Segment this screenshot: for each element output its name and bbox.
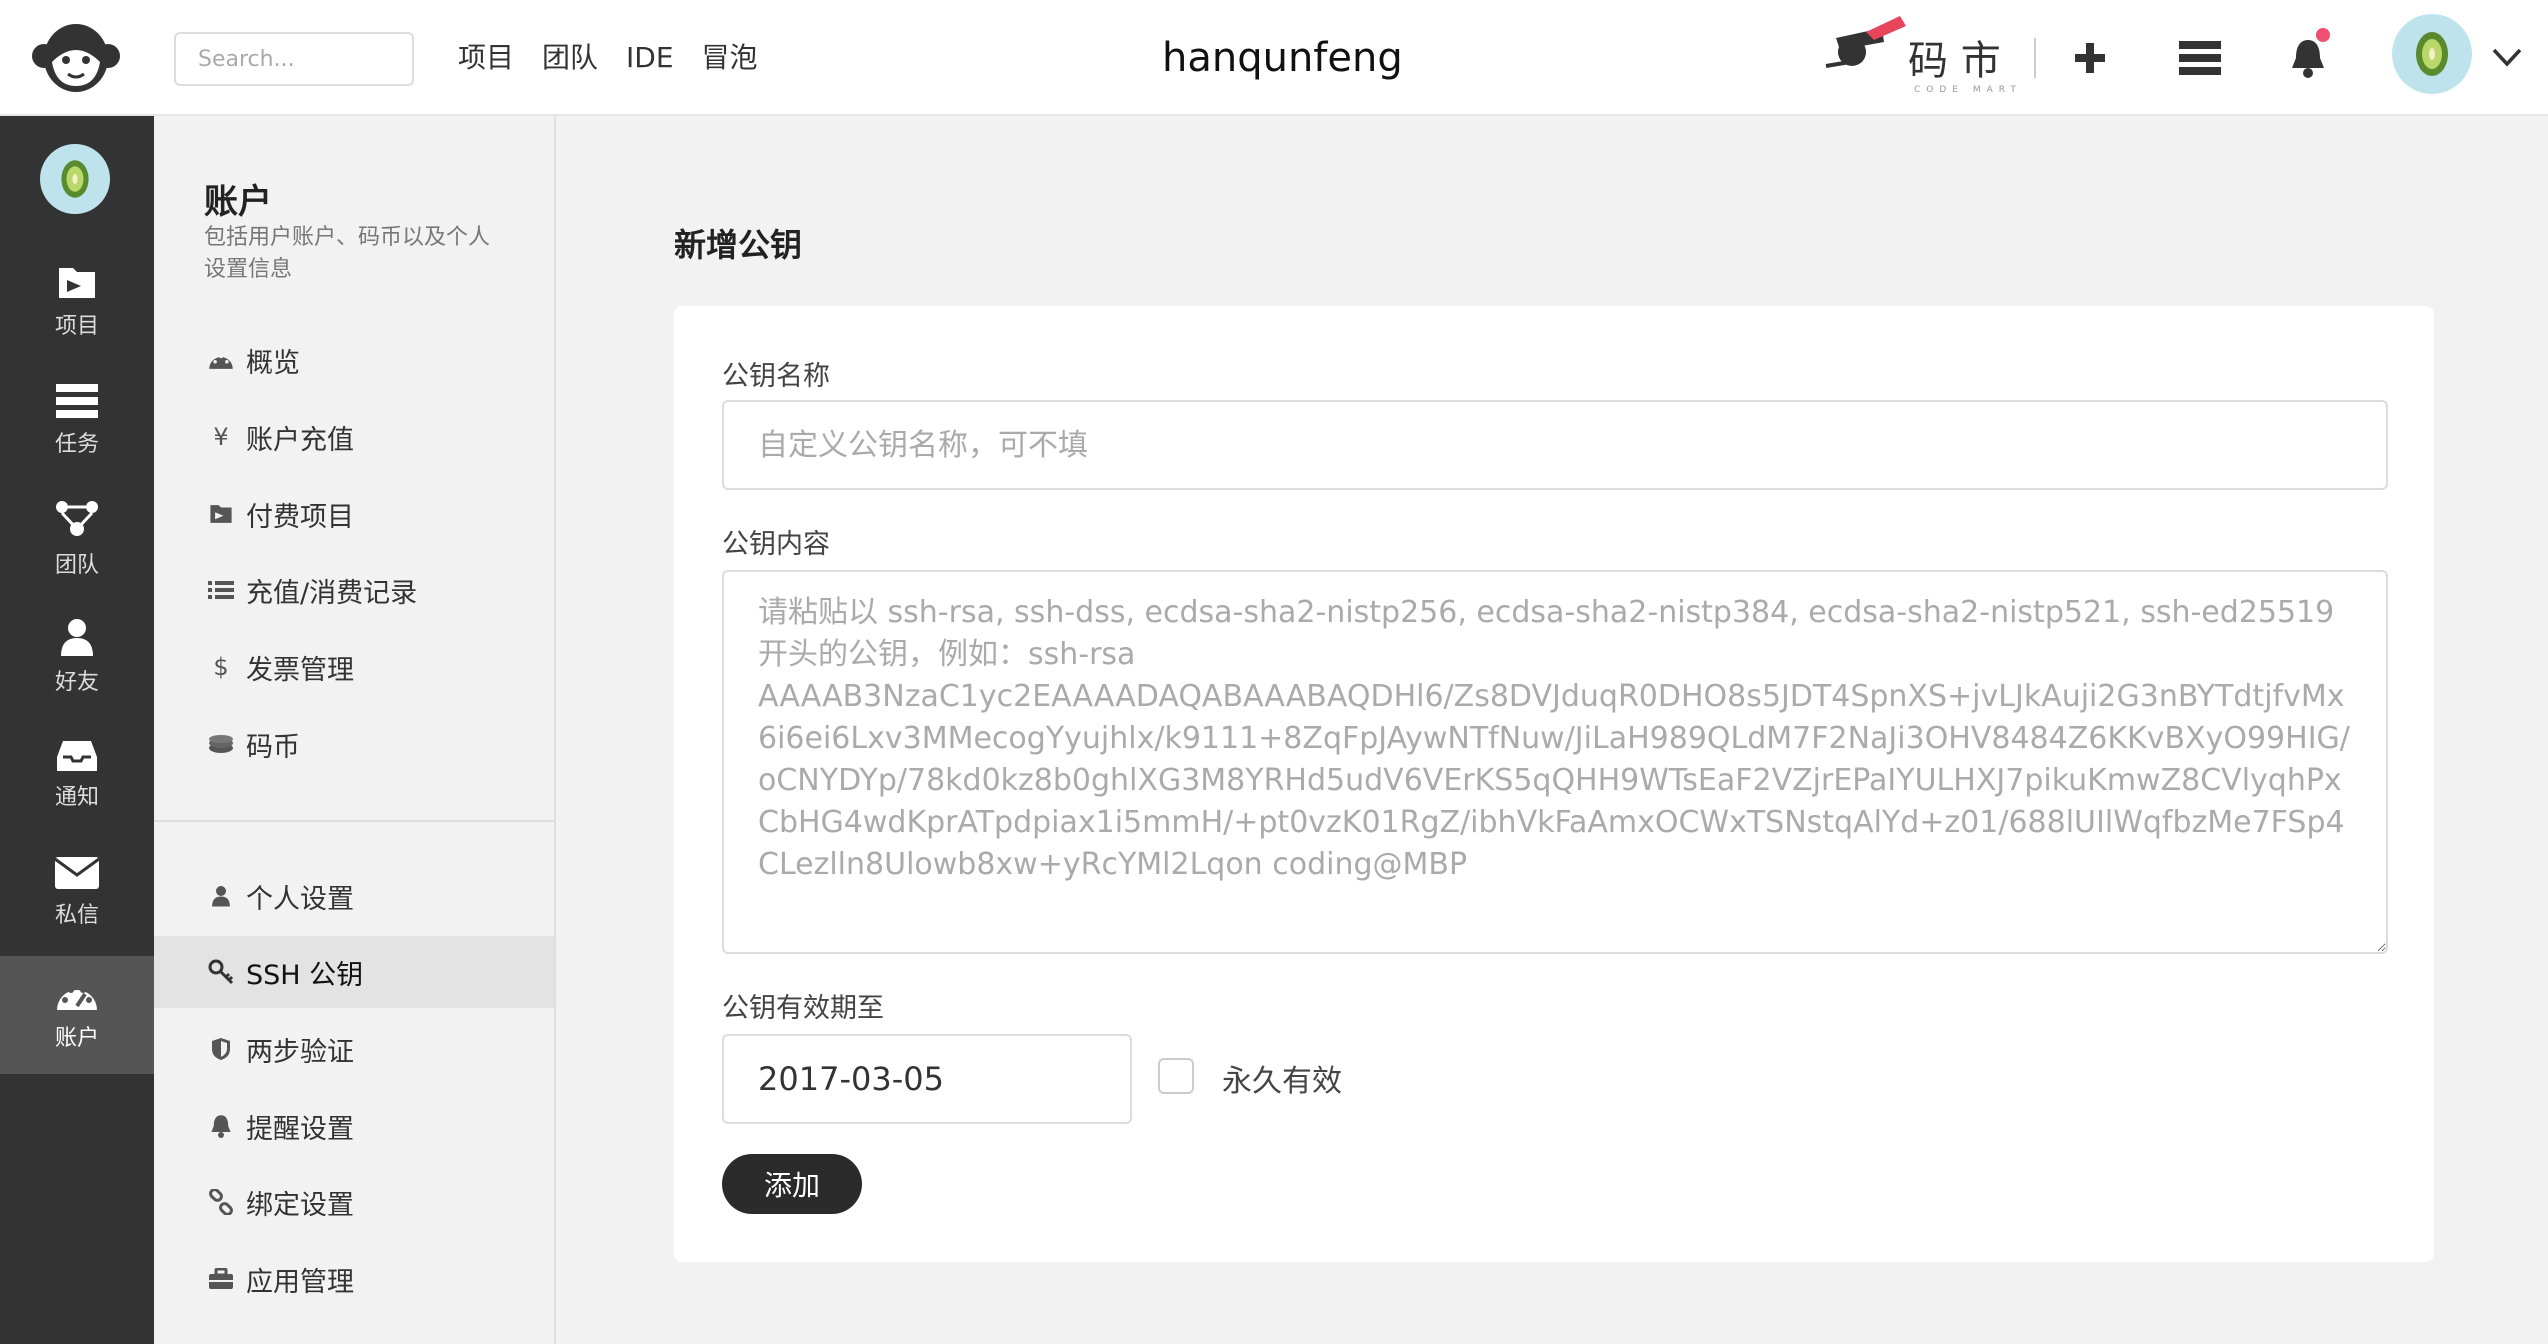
sidebar-item-account[interactable]: 账户	[0, 956, 154, 1074]
link-icon	[206, 1189, 236, 1215]
user-icon	[61, 619, 93, 656]
menu-item-label: SSH 公钥	[246, 959, 364, 991]
menu-item-label: 提醒设置	[246, 1113, 354, 1145]
sidebar-item-label: 团队	[54, 553, 99, 578]
top-bar: 项目 团队 IDE 冒泡 hanqunfeng 码 市 CODE MART	[0, 0, 2548, 116]
forever-checkbox[interactable]	[1158, 1058, 1194, 1094]
search-input[interactable]	[174, 32, 414, 86]
menu-item-label: 概览	[246, 347, 300, 379]
menu-item-label: 付费项目	[246, 501, 354, 533]
tasks-list-icon[interactable]	[2172, 30, 2228, 86]
sidebar-item-messages[interactable]: 私信	[0, 834, 154, 952]
key-expire-label: 公钥有效期至	[722, 993, 884, 1024]
key-content-label: 公钥内容	[722, 529, 830, 560]
nav-bubble[interactable]: 冒泡	[702, 36, 758, 80]
brand-subtext: CODE MART	[1914, 85, 2018, 95]
brand-text: 码 市	[1908, 38, 2001, 84]
sidebar-avatar[interactable]	[40, 144, 110, 214]
menu-item-recharge[interactable]: ¥ 账户充值	[154, 401, 554, 473]
menu-divider	[154, 820, 554, 822]
dashboard-icon	[206, 350, 236, 370]
menu-item-ssh-keys[interactable]: SSH 公钥	[154, 936, 554, 1008]
sidebar-item-tasks[interactable]: 任务	[0, 362, 154, 480]
sidebar-item-label: 好友	[54, 670, 99, 695]
top-nav: 项目 团队 IDE 冒泡	[458, 36, 758, 80]
menu-item-records[interactable]: 充值/消费记录	[154, 554, 554, 626]
menu-item-label: 账户充值	[246, 424, 354, 456]
key-name-input[interactable]	[722, 400, 2388, 490]
tasks-icon	[56, 384, 98, 418]
nav-team[interactable]: 团队	[542, 36, 598, 80]
menu-item-app-management[interactable]: 应用管理	[154, 1243, 554, 1315]
sidebar-item-label: 通知	[54, 785, 99, 810]
sidebar-item-projects[interactable]: 项目	[0, 244, 154, 362]
menu-item-coins[interactable]: 码币	[154, 708, 554, 780]
folder-icon	[206, 504, 236, 524]
plus-icon[interactable]	[2062, 30, 2118, 86]
dashboard-icon	[57, 987, 97, 1010]
brand-divider	[2034, 38, 2036, 78]
bell-icon	[206, 1114, 236, 1138]
menu-item-label: 应用管理	[246, 1266, 354, 1298]
menu-item-paid-projects[interactable]: 付费项目	[154, 478, 554, 550]
sidebar-item-team[interactable]: 团队	[0, 480, 154, 598]
inbox-icon	[57, 741, 97, 771]
page-title: 新增公钥	[674, 226, 803, 264]
key-content-textarea[interactable]	[722, 570, 2388, 954]
forever-label: 永久有效	[1222, 1064, 1342, 1099]
menu-item-personal-settings[interactable]: 个人设置	[154, 860, 554, 932]
key-name-label: 公钥名称	[722, 361, 830, 392]
user-avatar[interactable]	[2392, 14, 2472, 94]
sidebar-item-label: 账户	[54, 1026, 99, 1051]
nav-ide[interactable]: IDE	[626, 36, 674, 80]
main-sidebar: 项目 任务 团队 好友 通知 私信 账户	[0, 116, 154, 1344]
coins-icon	[206, 734, 236, 754]
sidebar-item-friends[interactable]: 好友	[0, 598, 154, 716]
menu-item-reminder-settings[interactable]: 提醒设置	[154, 1090, 554, 1162]
sidebar-item-label: 任务	[54, 432, 99, 457]
add-button[interactable]: 添加	[722, 1154, 862, 1214]
envelope-icon	[55, 857, 99, 889]
nav-projects[interactable]: 项目	[458, 36, 514, 80]
menu-item-two-factor[interactable]: 两步验证	[154, 1013, 554, 1085]
menu-item-label: 个人设置	[246, 883, 354, 915]
shield-icon	[206, 1037, 236, 1061]
notification-dot	[2316, 28, 2330, 42]
key-icon	[206, 959, 236, 985]
menu-item-label: 发票管理	[246, 654, 354, 686]
yen-icon: ¥	[213, 423, 229, 451]
team-icon	[56, 501, 98, 536]
list-icon	[206, 580, 236, 600]
sidebar-item-label: 私信	[54, 903, 99, 928]
ssh-key-form: 公钥名称 公钥内容 公钥有效期至 永久有效 添加	[674, 306, 2434, 1262]
sidebar-item-label: 项目	[54, 314, 99, 339]
dollar-icon: $	[213, 653, 229, 681]
codemart-brand-logo[interactable]: 码 市 CODE MART	[1822, 12, 2018, 96]
menu-item-overview[interactable]: 概览	[154, 324, 554, 396]
menu-item-binding-settings[interactable]: 绑定设置	[154, 1166, 554, 1238]
menu-description: 包括用户账户、码币以及个人设置信息	[204, 225, 491, 282]
key-expire-date-input[interactable]	[722, 1034, 1132, 1124]
briefcase-icon	[206, 1268, 236, 1290]
page-username: hanqunfeng	[1162, 35, 1403, 81]
menu-item-label: 绑定设置	[246, 1189, 354, 1221]
menu-title: 账户	[204, 182, 272, 222]
monkey-logo-icon[interactable]	[30, 20, 122, 96]
folder-icon	[59, 268, 95, 298]
menu-item-label: 充值/消费记录	[246, 577, 418, 609]
sidebar-item-notifications[interactable]: 通知	[0, 716, 154, 834]
chevron-down-icon[interactable]	[2490, 40, 2524, 74]
menu-item-invoices[interactable]: $ 发票管理	[154, 631, 554, 703]
menu-item-label: 码币	[246, 731, 300, 763]
user-icon	[206, 885, 236, 907]
account-menu: 账户 包括用户账户、码币以及个人设置信息 概览 ¥ 账户充值 付费项目 充值/消…	[154, 116, 556, 1344]
menu-item-label: 两步验证	[246, 1036, 354, 1068]
